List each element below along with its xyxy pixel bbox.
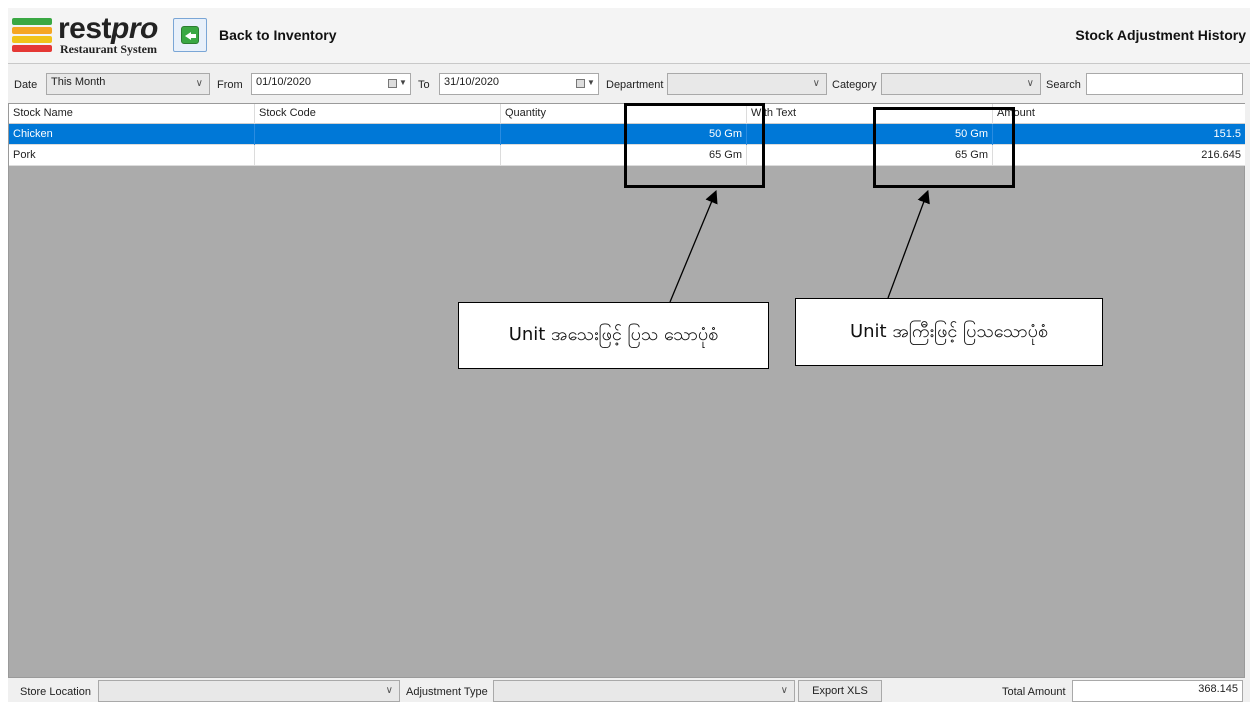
- search-input[interactable]: [1086, 73, 1243, 95]
- total-amount-field: 368.145: [1072, 680, 1243, 702]
- adjustment-type-label: Adjustment Type: [406, 686, 488, 698]
- adjustment-type-select[interactable]: ∨: [493, 680, 795, 702]
- cell-stock-name: Pork: [9, 145, 255, 166]
- calendar-icon[interactable]: ▼: [576, 78, 595, 90]
- total-amount-label: Total Amount: [1002, 686, 1066, 698]
- header-divider: [8, 63, 1250, 64]
- export-xls-button[interactable]: Export XLS: [798, 680, 882, 702]
- to-date-picker[interactable]: 31/10/2020 ▼: [439, 73, 599, 95]
- date-label: Date: [14, 79, 38, 91]
- callout-large-unit: Unit အကြီးဖြင့် ပြသသောပုံစံ: [795, 298, 1103, 366]
- cell-stock-code: [255, 124, 501, 145]
- category-label: Category: [832, 79, 877, 91]
- footer-bar: Store Location ∨ Adjustment Type ∨ Expor…: [8, 680, 1250, 702]
- logo: restpro Restaurant System: [12, 12, 172, 58]
- header: restpro Restaurant System Back to Invent…: [8, 8, 1250, 64]
- from-label: From: [217, 79, 243, 91]
- logo-text: restpro: [58, 12, 158, 45]
- filter-bar: Date This Month ∨ From 01/10/2020 ▼ To 3…: [8, 68, 1250, 98]
- back-to-inventory-link[interactable]: Back to Inventory: [219, 27, 336, 43]
- department-select[interactable]: ∨: [667, 73, 827, 95]
- cell-stock-code: [255, 145, 501, 166]
- total-amount-value: 368.145: [1198, 683, 1238, 695]
- column-header-stock-name[interactable]: Stock Name: [9, 104, 255, 124]
- back-button[interactable]: [173, 18, 207, 52]
- cell-amount: 151.5: [1213, 128, 1241, 140]
- chevron-down-icon: ∨: [385, 685, 393, 696]
- cell-stock-name: Chicken: [9, 124, 255, 145]
- from-date-value: 01/10/2020: [256, 76, 312, 88]
- callout-small-unit-text: Unit အသေးဖြင့် ပြသ သောပုံစံ: [508, 324, 719, 345]
- page-title: Stock Adjustment History: [1075, 27, 1246, 43]
- to-label: To: [418, 79, 430, 91]
- cell-amount: 216.645: [1201, 149, 1241, 161]
- department-label: Department: [606, 79, 664, 91]
- store-location-label: Store Location: [20, 686, 91, 698]
- column-header-amount[interactable]: Amount: [993, 104, 1245, 124]
- date-select-value: This Month: [51, 76, 106, 88]
- export-xls-label: Export XLS: [812, 685, 868, 697]
- callout-small-unit: Unit အသေးဖြင့် ပြသ သောပုံစံ: [458, 302, 769, 369]
- to-date-value: 31/10/2020: [444, 76, 500, 88]
- chevron-down-icon: ∨: [780, 685, 788, 696]
- category-select[interactable]: ∨: [881, 73, 1041, 95]
- chevron-down-icon: ∨: [812, 78, 820, 89]
- store-location-select[interactable]: ∨: [98, 680, 400, 702]
- calendar-icon[interactable]: ▼: [388, 78, 407, 90]
- back-arrow-icon: [181, 26, 199, 44]
- from-date-picker[interactable]: 01/10/2020 ▼: [251, 73, 411, 95]
- callout-large-unit-text: Unit အကြီးဖြင့် ပြသသောပုံစံ: [849, 320, 1049, 342]
- highlight-box-quantity: [624, 103, 765, 188]
- stock-adjustment-grid: Stock Name Stock Code Quantity With Text…: [8, 103, 1245, 678]
- logo-mark: [12, 18, 52, 54]
- highlight-box-with-text: [873, 107, 1015, 188]
- chevron-down-icon: ∨: [1026, 78, 1034, 89]
- search-label: Search: [1046, 79, 1081, 91]
- chevron-down-icon: ∨: [195, 78, 203, 89]
- date-select[interactable]: This Month ∨: [46, 73, 210, 95]
- column-header-stock-code[interactable]: Stock Code: [255, 104, 501, 124]
- logo-subtitle: Restaurant System: [60, 42, 157, 56]
